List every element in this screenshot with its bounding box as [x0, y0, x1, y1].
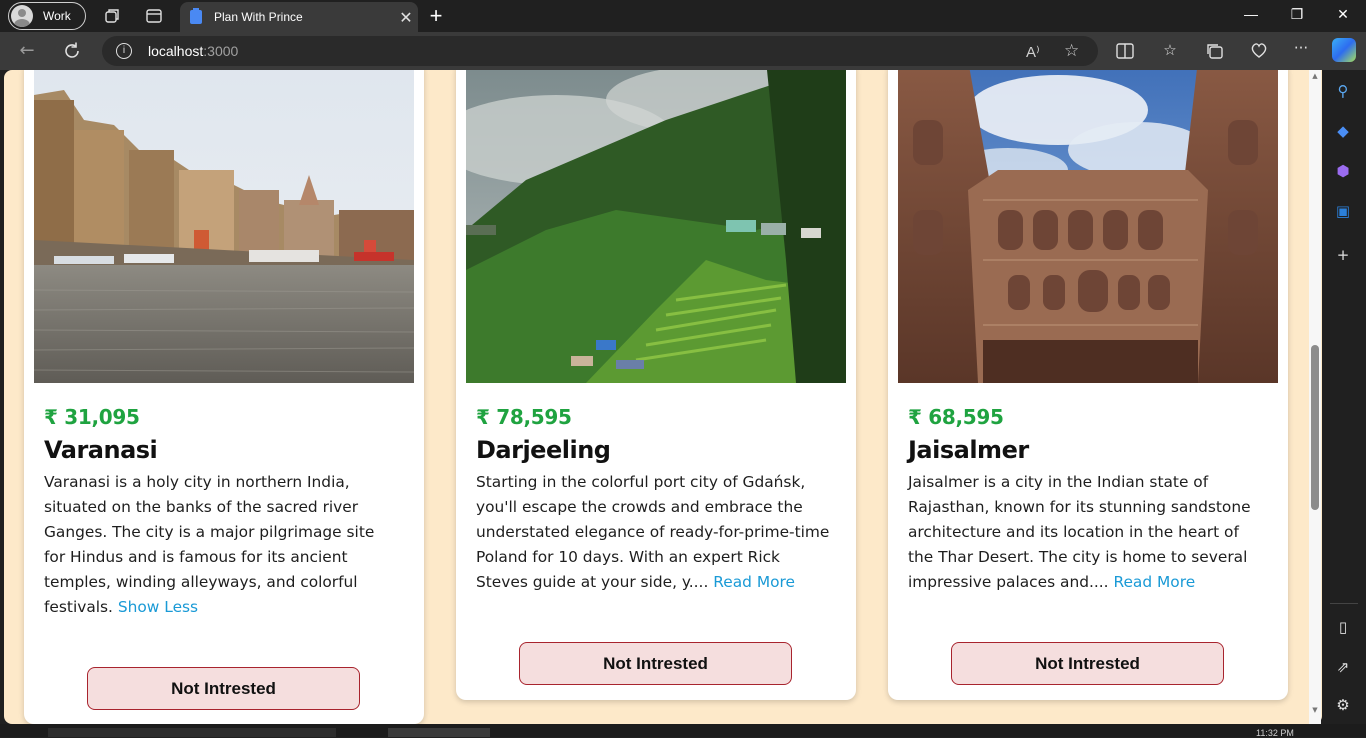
os-taskbar [0, 724, 1366, 737]
new-tab-button[interactable]: + [424, 4, 448, 28]
tour-description: Varanasi is a holy city in northern Indi… [44, 473, 375, 616]
add-app-icon[interactable]: + [1334, 246, 1352, 264]
minimize-button[interactable]: — [1228, 6, 1274, 22]
more-menu-icon[interactable]: ··· [1291, 39, 1311, 57]
avatar [11, 5, 33, 27]
maximize-button[interactable]: ❐ [1274, 6, 1320, 23]
sidebar-toggle-icon[interactable]: ▯ [1334, 618, 1352, 636]
tour-name: Darjeeling [476, 436, 611, 464]
browser-essentials-icon[interactable] [1249, 41, 1269, 59]
taskbar-app-active[interactable] [388, 728, 490, 737]
split-screen-icon[interactable] [1115, 42, 1135, 60]
tour-name: Jaisalmer [908, 436, 1029, 464]
refresh-icon[interactable] [61, 40, 83, 62]
back-arrow-icon[interactable]: ← [16, 40, 38, 62]
tour-description: Starting in the colorful port city of Gd… [476, 473, 830, 591]
sidebar-divider [1330, 603, 1358, 604]
not-interested-button[interactable]: Not Intrested [951, 642, 1224, 685]
workspaces-icon[interactable] [103, 7, 121, 25]
tour-card: ₹ 68,595 Jaisalmer Jaisalmer is a city i… [888, 70, 1288, 700]
tab-title: Plan With Prince [214, 10, 303, 24]
settings-gear-icon[interactable]: ⚙ [1334, 696, 1352, 714]
address-bar[interactable]: i localhost:3000 A⁾ ☆ [102, 36, 1098, 66]
profile-label: Work [43, 9, 71, 23]
read-more-link[interactable]: Read More [1113, 573, 1195, 591]
profile-button[interactable]: Work [8, 2, 86, 30]
tour-description: Jaisalmer is a city in the Indian state … [908, 473, 1251, 591]
tour-price: ₹ 31,095 [44, 405, 140, 429]
read-more-link[interactable]: Read More [713, 573, 795, 591]
document-icon [190, 8, 202, 24]
info-icon[interactable]: i [116, 43, 132, 59]
tab-bar: Work Plan With Prince ✕ + — ❐ ✕ [0, 0, 1366, 32]
tab-active[interactable]: Plan With Prince ✕ [180, 2, 418, 32]
tour-card: ₹ 31,095 Varanasi Varanasi is a holy cit… [24, 70, 424, 724]
scrollbar-thumb[interactable] [1311, 345, 1319, 510]
open-external-icon[interactable]: ⇗ [1334, 658, 1352, 676]
read-aloud-icon[interactable]: A⁾ [1026, 43, 1040, 61]
taskbar-search[interactable] [48, 728, 336, 737]
collections-icon[interactable] [1205, 42, 1225, 60]
edge-sidebar: ⚲ ◆ ⬢ ▣ + ▯ ⇗ ⚙ [1322, 70, 1366, 737]
close-window-button[interactable]: ✕ [1320, 6, 1366, 23]
scroll-down-arrow-icon[interactable]: ▼ [1310, 706, 1320, 714]
outlook-icon[interactable]: ▣ [1334, 202, 1352, 220]
copilot-icon[interactable] [1332, 38, 1356, 62]
browser-toolbar: ← i localhost:3000 A⁾ ☆ ☆ ··· [0, 32, 1366, 70]
tour-price: ₹ 78,595 [476, 405, 572, 429]
scroll-up-arrow-icon[interactable]: ▲ [1310, 72, 1320, 80]
not-interested-button[interactable]: Not Intrested [519, 642, 792, 685]
favorite-star-icon[interactable]: ☆ [1064, 41, 1079, 61]
page-viewport: ₹ 31,095 Varanasi Varanasi is a holy cit… [4, 70, 1322, 724]
url-text: localhost:3000 [148, 43, 239, 59]
tour-image-jaisalmer [898, 70, 1278, 383]
tour-image-varanasi [34, 70, 414, 383]
show-less-link[interactable]: Show Less [118, 598, 198, 616]
tab-close-icon[interactable]: ✕ [394, 8, 418, 27]
favorites-icon[interactable]: ☆ [1160, 41, 1180, 59]
tour-price: ₹ 68,595 [908, 405, 1004, 429]
tour-card: ₹ 78,595 Darjeeling Starting in the colo… [456, 70, 856, 700]
tab-actions-icon[interactable] [145, 7, 163, 25]
not-interested-button[interactable]: Not Intrested [87, 667, 360, 710]
tour-image-darjeeling [466, 70, 846, 383]
search-icon[interactable]: ⚲ [1334, 82, 1352, 100]
copilot-app-icon[interactable]: ⬢ [1334, 162, 1352, 180]
shopping-tag-icon[interactable]: ◆ [1334, 122, 1352, 140]
tour-name: Varanasi [44, 436, 158, 464]
